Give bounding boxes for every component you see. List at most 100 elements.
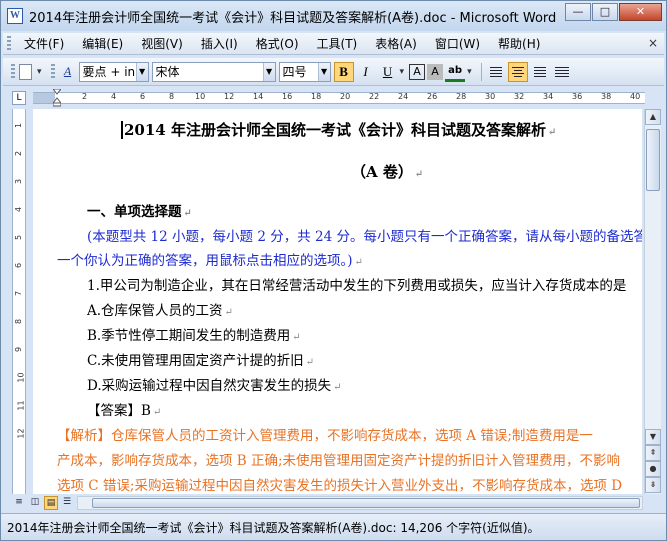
ruler-tick: 12 <box>224 92 235 101</box>
horizontal-scrollbar[interactable] <box>77 496 643 510</box>
horizontal-bar: ≡ ◫ ▤ ☰ <box>1 494 666 512</box>
next-page-icon[interactable]: ⇟ <box>645 477 661 493</box>
horizontal-scrollbar-thumb[interactable] <box>92 498 640 508</box>
ruler-tick: 16 <box>282 92 293 101</box>
menu-format[interactable]: 格式(O) <box>247 35 308 52</box>
ruler-tick: 6 <box>140 92 146 101</box>
font-size-combo[interactable]: 四号 ▼ <box>278 61 331 82</box>
document-subtitle: （A 卷） ↵ <box>351 161 423 182</box>
underline-button[interactable]: U <box>378 62 398 82</box>
section-heading: 一、单项选择题 ↵ <box>87 200 192 220</box>
print-layout-icon[interactable]: ▤ <box>44 496 58 510</box>
ruler-tick: 20 <box>340 92 351 101</box>
align-center-icon[interactable] <box>507 61 528 82</box>
new-document-icon[interactable] <box>19 63 32 80</box>
chevron-down-icon[interactable]: ▼ <box>262 62 275 81</box>
vruler-tick: 6 <box>14 262 24 269</box>
close-button[interactable]: ✕ <box>619 3 662 21</box>
scrollbar-thumb[interactable] <box>646 129 660 191</box>
justify-icon[interactable] <box>552 62 572 82</box>
scroll-down-icon[interactable]: ▼ <box>645 429 661 445</box>
font-size-value: 四号 <box>282 65 307 79</box>
highlight-chevron-icon[interactable]: ▾ <box>467 67 472 77</box>
menu-table[interactable]: 表格(A) <box>366 35 426 52</box>
analysis-line-2: 产成本，影响存货成本，选项 B 正确;未使用管理用固定资产计提的折旧计入管理费用… <box>57 453 621 469</box>
style-combo[interactable]: 要点 + inhe ▼ <box>78 61 149 82</box>
title-bar[interactable]: W 2014年注册会计师全国统一考试《会计》科目试题及答案解析(A卷).doc … <box>1 1 666 31</box>
section-heading-text: 一、单项选择题 <box>87 204 182 220</box>
vruler-tick: 3 <box>14 178 24 185</box>
font-combo[interactable]: 宋体 ▼ <box>151 61 276 82</box>
vruler-tick: 9 <box>14 346 24 353</box>
paragraph-mark-icon: ↵ <box>292 332 301 343</box>
ruler-tick: 26 <box>427 92 438 101</box>
ruler-tick: 36 <box>572 92 583 101</box>
menu-help[interactable]: 帮助(H) <box>489 35 549 52</box>
font-value: 宋体 <box>155 65 180 79</box>
menu-bar: 文件(F) 编辑(E) 视图(V) 插入(I) 格式(O) 工具(T) 表格(A… <box>3 33 664 55</box>
minimize-button[interactable]: — <box>565 3 591 21</box>
vruler-tick: 12 <box>16 428 26 439</box>
menu-tools[interactable]: 工具(T) <box>308 35 367 52</box>
chevron-down-icon[interactable]: ▼ <box>135 62 148 81</box>
ruler-tick: 28 <box>456 92 467 101</box>
bold-button[interactable]: B <box>333 61 354 82</box>
normal-view-icon[interactable]: ≡ <box>12 496 26 510</box>
paragraph-mark-icon: ↵ <box>152 407 162 418</box>
menu-view[interactable]: 视图(V) <box>132 35 192 52</box>
menu-edit[interactable]: 编辑(E) <box>73 35 132 52</box>
document-page[interactable]: 2014 年注册会计师全国统一考试《会计》科目试题及答案解析 ↵ （A 卷） ↵ 一… <box>33 109 642 494</box>
align-right-icon[interactable] <box>530 62 550 82</box>
ruler-tick: 14 <box>253 92 264 101</box>
close-document-icon[interactable]: × <box>648 36 658 50</box>
option-d: D.采购运输过程中因自然灾害发生的损失 ↵ <box>87 374 342 394</box>
vertical-ruler[interactable]: 1 2 3 4 5 6 7 8 9 10 11 12 <box>12 109 26 494</box>
toolbar-grip-handle-2[interactable] <box>50 63 55 80</box>
highlight-label: ab <box>448 64 463 76</box>
vruler-tick: 5 <box>14 234 24 241</box>
vertical-scrollbar[interactable]: ▲ ▼ ⇞ ● ⇟ <box>644 109 661 494</box>
highlight-button[interactable]: ab <box>445 62 466 82</box>
scroll-up-icon[interactable]: ▲ <box>645 109 661 125</box>
status-bar: 2014年注册会计师全国统一考试《会计》科目试题及答案解析(A卷).doc: 1… <box>1 513 666 540</box>
toolbar-options-chevron-icon[interactable]: ▾ <box>37 67 42 77</box>
scroll-bottom-controls: ▼ ⇞ ● ⇟ <box>645 429 661 493</box>
tab-selector-icon[interactable]: L <box>12 91 26 105</box>
align-left-icon[interactable] <box>486 62 506 82</box>
vruler-tick: 1 <box>14 122 24 129</box>
maximize-button[interactable]: □ <box>592 3 618 21</box>
paragraph-mark-icon: ↵ <box>414 169 424 180</box>
chevron-down-icon[interactable]: ▼ <box>317 62 330 81</box>
ruler-tick: 40 <box>630 92 641 101</box>
toolbar-grip-handle[interactable] <box>11 63 15 80</box>
previous-page-icon[interactable]: ⇞ <box>645 445 661 461</box>
indent-marker-icon[interactable] <box>53 89 61 107</box>
browse-object-icon[interactable]: ● <box>645 461 661 477</box>
ruler-margin <box>33 93 55 103</box>
menu-file[interactable]: 文件(F) <box>15 35 73 52</box>
answer-text: 【答案】B <box>87 403 151 419</box>
menu-insert[interactable]: 插入(I) <box>192 35 247 52</box>
question-1: 1.甲公司为制造企业，其在日常经营活动中发生的下列费用或损失，应当计入存货成本的… <box>87 278 627 294</box>
document-title-text: 2014 年注册会计师全国统一考试《会计》科目试题及答案解析 <box>121 121 546 139</box>
ruler-tick: 32 <box>514 92 525 101</box>
document-title: 2014 年注册会计师全国统一考试《会计》科目试题及答案解析 ↵ <box>121 119 556 140</box>
ruler-tick: 38 <box>601 92 612 101</box>
character-shading-button[interactable]: A <box>427 63 444 80</box>
menu-window[interactable]: 窗口(W) <box>426 35 489 52</box>
vruler-tick: 11 <box>16 400 26 411</box>
vruler-tick: 10 <box>16 372 26 383</box>
word-app-icon[interactable]: W <box>7 8 23 24</box>
outline-view-icon[interactable]: ☰ <box>60 496 74 510</box>
vruler-tick: 2 <box>14 150 24 157</box>
styles-and-formatting-icon[interactable]: A <box>59 63 77 81</box>
document-subtitle-text: （A 卷） <box>351 163 413 181</box>
answer-line: 【答案】B ↵ <box>87 399 161 419</box>
character-border-button[interactable]: A <box>409 63 426 80</box>
menu-grip-handle[interactable] <box>7 35 11 52</box>
underline-chevron-icon[interactable]: ▾ <box>400 67 405 77</box>
italic-button[interactable]: I <box>356 62 376 82</box>
option-a-text: A.仓库保管人员的工资 <box>87 303 223 319</box>
web-layout-icon[interactable]: ◫ <box>28 496 42 510</box>
horizontal-ruler[interactable]: 2 4 6 8 10 12 14 16 18 20 22 24 26 28 30… <box>33 92 645 104</box>
